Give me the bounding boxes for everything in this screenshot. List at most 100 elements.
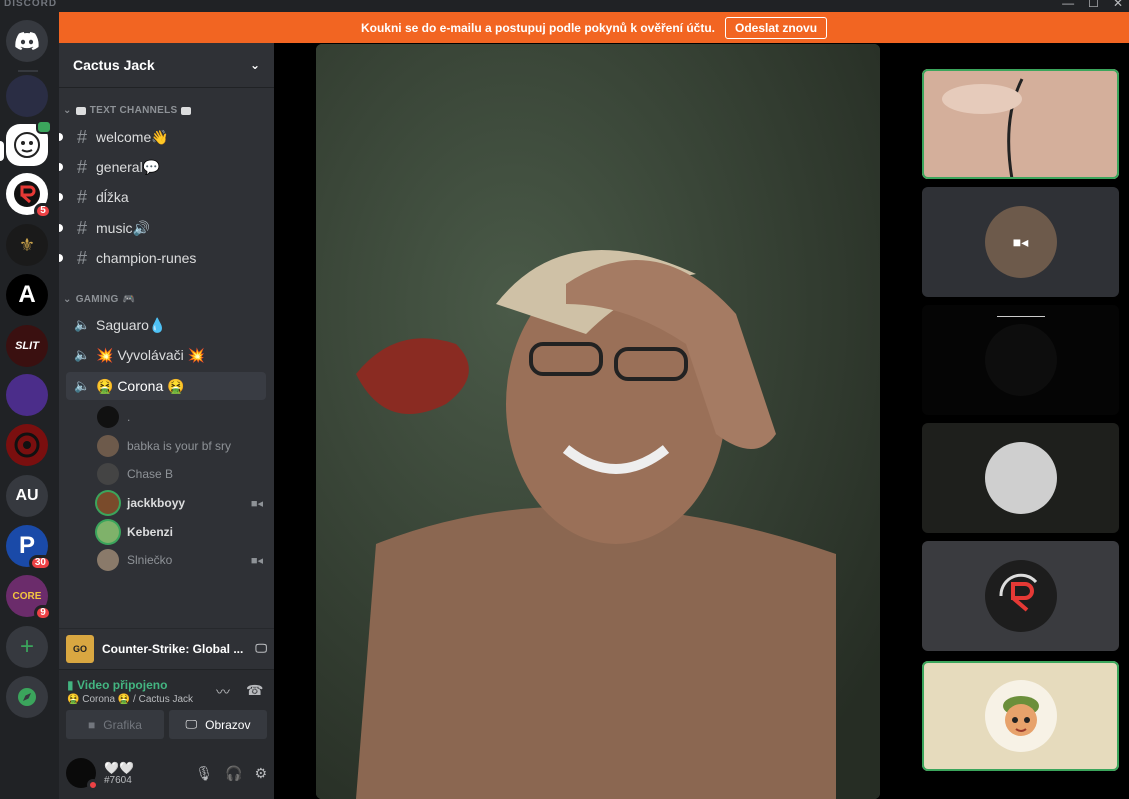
voice-user[interactable]: Kebenzi [97, 519, 263, 545]
headphones-icon[interactable]: 🎧 [225, 765, 242, 782]
avatar [97, 492, 119, 514]
mention-badge: 5 [34, 203, 52, 219]
server-logo-icon: CORE [12, 590, 42, 602]
voice-channel-corona[interactable]: 🔈 🤮 Corona 🤮 [66, 372, 266, 400]
participant-tile[interactable] [922, 541, 1119, 651]
screen-share-icon: 🖵 [185, 717, 198, 731]
unread-indicator [59, 224, 63, 232]
minimize-button[interactable]: — [1062, 0, 1074, 10]
focused-video[interactable] [316, 44, 880, 799]
maximize-button[interactable]: ☐ [1088, 0, 1099, 10]
voice-user[interactable]: babka is your bf sry [97, 433, 263, 459]
voice-user-name: . [127, 410, 131, 424]
server-icon[interactable]: 5 [6, 173, 52, 219]
add-server-button[interactable]: + [6, 626, 48, 668]
channel-music[interactable]: # music🔊 [59, 214, 266, 242]
category-gaming[interactable]: ⌄ GAMING 🎮 [59, 294, 274, 305]
server-header[interactable]: Cactus Jack ⌄ [59, 43, 274, 88]
voice-user[interactable]: jackkboyy ■◂ [97, 490, 263, 516]
compass-icon [18, 688, 36, 706]
voice-location[interactable]: 🤮 Corona 🤮 / Cactus Jack [67, 694, 193, 705]
server-icon[interactable]: A [6, 274, 48, 316]
face-icon [14, 132, 40, 158]
video-button[interactable]: ■ Grafika [66, 710, 164, 739]
speaker-icon: 🔈 [74, 317, 91, 332]
emblem-icon: ⚜ [18, 234, 36, 255]
voice-user-name: jackkboyy [127, 496, 186, 510]
guild-separator [18, 70, 38, 72]
participant-tile[interactable] [922, 69, 1119, 179]
server-list: 5 ⚜ A SLIT AU P 30 CORE 9 + [0, 12, 59, 799]
participant-tile[interactable]: ■◂ [922, 187, 1119, 297]
server-icon[interactable] [6, 75, 48, 117]
channel-welcome[interactable]: # welcome👋 [59, 123, 266, 151]
voice-user[interactable]: Chase B [97, 461, 263, 487]
server-icon[interactable]: ⚜ [6, 224, 48, 266]
speech-bubble-icon [75, 106, 86, 115]
empire-icon [14, 432, 40, 458]
channel-sidebar: Cactus Jack ⌄ ⌄ TEXT CHANNELS # welcome👋… [59, 43, 274, 799]
avatar [984, 560, 1057, 632]
server-icon[interactable] [6, 374, 48, 416]
hash-icon: # [76, 186, 87, 207]
channel-general[interactable]: # general💬 [59, 153, 266, 181]
server-icon[interactable]: AU [6, 475, 48, 517]
avatar[interactable] [66, 758, 99, 791]
game-icon: GO [66, 634, 94, 663]
participant-tile[interactable] [922, 423, 1119, 533]
channel-label: general💬 [96, 158, 161, 175]
voice-user[interactable]: Slniečko ■◂ [97, 547, 263, 573]
participant-tile[interactable] [922, 661, 1119, 771]
game-name: Counter-Strike: Global ... [102, 641, 244, 656]
server-icon-active[interactable] [0, 120, 52, 166]
noise-suppression-icon[interactable]: 〰 [216, 682, 230, 702]
chevron-down-icon: ⌄ [63, 105, 72, 116]
user-panel: 🤍🤍 #7604 🎙 🎧 ⚙ [59, 747, 274, 799]
voice-user-name: babka is your bf sry [127, 439, 232, 453]
channel-dlzka[interactable]: # dĺžka [59, 183, 266, 211]
video-camera-icon: ■◂ [250, 497, 263, 510]
channel-champion-runes[interactable]: # champion-runes [59, 244, 266, 272]
verify-email-banner: Koukni se do e-mailu a postupuj podle po… [59, 12, 1129, 43]
disconnect-icon[interactable]: ☎ [246, 682, 263, 699]
channel-label: 💥 Vyvolávači 💥 [96, 346, 206, 363]
avatar [97, 435, 119, 457]
server-icon[interactable]: P 30 [6, 525, 52, 571]
voice-channel-saguaro[interactable]: 🔈 Saguaro💧 [66, 311, 266, 339]
server-icon[interactable]: CORE 9 [6, 575, 52, 621]
voice-user-name: Chase B [127, 467, 174, 481]
signal-icon: ▮ [67, 678, 74, 692]
discord-home-icon [15, 32, 39, 50]
avatar-line [996, 316, 1045, 317]
window-titlebar: DISCORD — ☐ ✕ [0, 0, 1129, 12]
video-camera-icon: ■◂ [250, 554, 263, 567]
voice-user[interactable]: . [97, 404, 263, 430]
category-text-channels[interactable]: ⌄ TEXT CHANNELS [59, 105, 274, 116]
voice-user-name: Kebenzi [127, 525, 174, 539]
voice-channel-vyvolavaci[interactable]: 🔈 💥 Vyvolávači 💥 [66, 341, 266, 369]
resend-button[interactable]: Odeslat znovu [725, 16, 828, 39]
close-button[interactable]: ✕ [1113, 0, 1123, 10]
screen-share-icon[interactable]: 🖵 [255, 641, 267, 656]
participant-tile[interactable] [922, 305, 1119, 415]
server-icon[interactable]: SLIT [6, 325, 48, 367]
username: 🤍🤍 [104, 760, 134, 775]
microphone-icon[interactable]: 🎙 [195, 765, 213, 782]
gamepad-icon: 🎮 [122, 294, 136, 305]
server-initial: A [18, 281, 36, 308]
home-button[interactable] [6, 20, 48, 62]
user-tag: #7604 [104, 774, 132, 786]
game-activity[interactable]: GO Counter-Strike: Global ... 🖵 [59, 628, 274, 668]
user-info[interactable]: 🤍🤍 #7604 [104, 761, 134, 786]
hash-icon: # [76, 247, 87, 268]
explore-servers-button[interactable] [6, 676, 48, 718]
unread-indicator [59, 193, 63, 201]
gear-icon[interactable]: ⚙ [254, 765, 267, 782]
chevron-down-icon: ⌄ [63, 294, 72, 305]
server-icon[interactable] [6, 424, 48, 466]
app-brand: DISCORD [4, 0, 58, 9]
avatar [984, 442, 1057, 514]
screen-share-button[interactable]: 🖵 Obrazov [169, 710, 267, 739]
mention-badge: 9 [34, 605, 52, 621]
voice-user-name: Slniečko [127, 553, 173, 567]
